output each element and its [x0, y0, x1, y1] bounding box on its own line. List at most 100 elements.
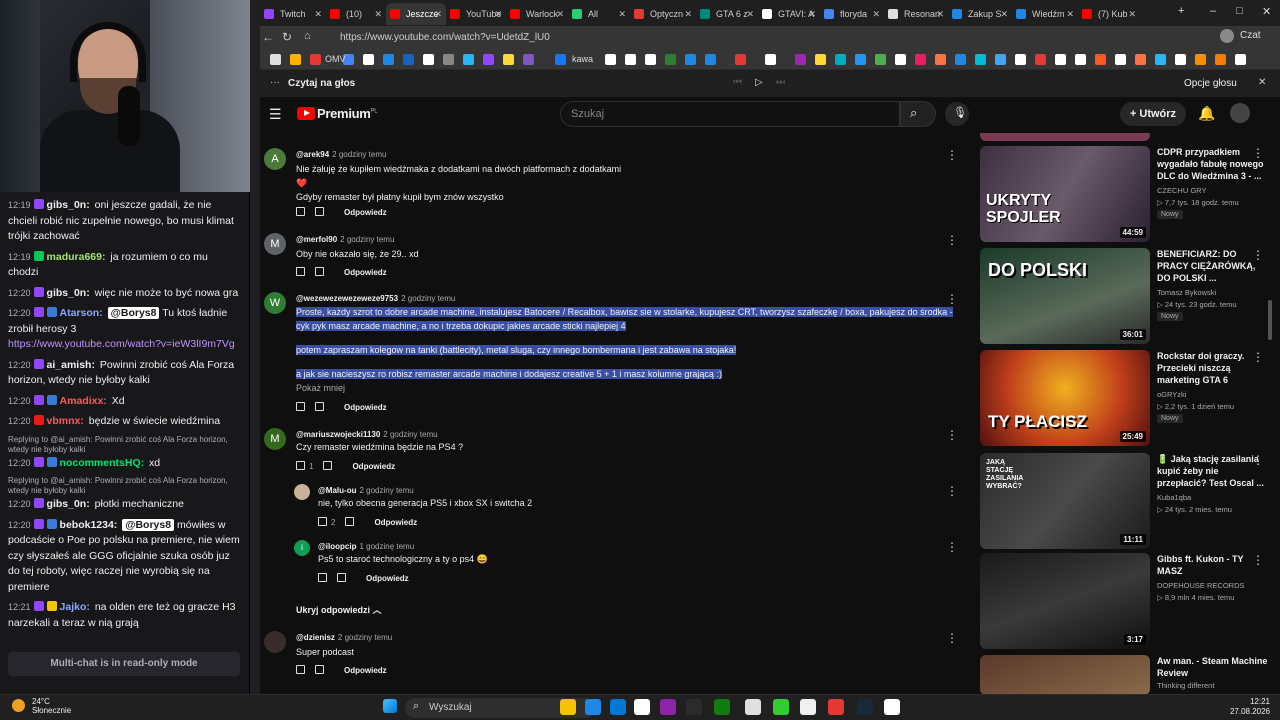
- bookmark-icon[interactable]: [1215, 54, 1226, 65]
- more-icon[interactable]: ···: [270, 77, 280, 88]
- tab[interactable]: floryda ✕: [820, 3, 884, 25]
- bookmark-icon[interactable]: [270, 54, 281, 65]
- new-tab-icon[interactable]: +: [1178, 5, 1184, 17]
- like-icon[interactable]: [296, 207, 305, 216]
- more-options-icon[interactable]: ⋮: [1252, 350, 1264, 364]
- dislike-icon[interactable]: [323, 461, 333, 470]
- bookmark-icon[interactable]: [685, 54, 696, 65]
- avatar[interactable]: M: [264, 428, 286, 450]
- comment-author[interactable]: @Malu-ou: [318, 486, 356, 495]
- comment-author[interactable]: @mariuszwojecki1130: [296, 430, 380, 439]
- chat-username[interactable]: nocommentsHQ:: [60, 457, 145, 469]
- more-options-icon[interactable]: ⋮: [946, 234, 958, 246]
- youtube-logo[interactable]: PremiumPL: [297, 106, 378, 121]
- weather-widget[interactable]: 24°C Słonecznie: [12, 697, 71, 715]
- bookmark-icon[interactable]: [443, 54, 454, 65]
- nvidia-icon[interactable]: [773, 699, 789, 715]
- video-title[interactable]: Aw man. - Steam Machine Review: [1157, 655, 1269, 679]
- voice-search-button[interactable]: 🎙: [945, 102, 969, 126]
- more-options-icon[interactable]: ⋮: [1252, 553, 1264, 567]
- close-window-icon[interactable]: ✕: [1262, 5, 1271, 18]
- avatar[interactable]: W: [264, 292, 286, 314]
- tab[interactable]: GTA 6 z ✕: [696, 3, 758, 25]
- tab[interactable]: Wiedźm ✕: [1012, 3, 1078, 25]
- avatar[interactable]: [1230, 103, 1250, 123]
- reply-button[interactable]: Odpowiedz: [344, 208, 387, 217]
- chrome-icon[interactable]: [800, 699, 816, 715]
- xbox-icon[interactable]: [714, 699, 730, 715]
- reply-button[interactable]: Odpowiedz: [344, 403, 387, 412]
- dislike-icon[interactable]: [315, 402, 324, 411]
- dislike-icon[interactable]: [315, 207, 324, 216]
- bookmark-icon[interactable]: [1155, 54, 1166, 65]
- file-explorer-icon[interactable]: [560, 699, 576, 715]
- bookmark-icon[interactable]: [1015, 54, 1026, 65]
- app-icon[interactable]: [884, 699, 900, 715]
- reply-button[interactable]: Odpowiedz: [366, 574, 409, 583]
- close-tab-icon[interactable]: ✕: [494, 3, 502, 25]
- channel-name[interactable]: oGRYzki: [1157, 390, 1186, 399]
- close-tab-icon[interactable]: ✕: [434, 3, 442, 25]
- close-tab-icon[interactable]: ✕: [314, 3, 322, 25]
- bookmark-icon[interactable]: [815, 54, 826, 65]
- comment-author[interactable]: @iloopcip: [318, 542, 356, 551]
- bookmark-icon[interactable]: [975, 54, 986, 65]
- like-icon[interactable]: [296, 402, 305, 411]
- maximize-icon[interactable]: □: [1236, 5, 1243, 17]
- bookmark-icon[interactable]: [503, 54, 514, 65]
- bookmark-icon[interactable]: [523, 54, 534, 65]
- comment-author[interactable]: @arek94: [296, 150, 329, 159]
- close-icon[interactable]: ✕: [1258, 77, 1266, 88]
- bookmark-icon[interactable]: [310, 54, 321, 65]
- tab[interactable]: (7) Kub ✕: [1078, 3, 1140, 25]
- more-options-icon[interactable]: ⋮: [1252, 146, 1264, 160]
- reload-icon[interactable]: ↻: [282, 30, 292, 44]
- copilot-label[interactable]: Czat: [1240, 30, 1261, 41]
- bookmark-icon[interactable]: [875, 54, 886, 65]
- home-icon[interactable]: ⌂: [304, 30, 311, 42]
- bookmark-icon[interactable]: [463, 54, 474, 65]
- bookmark-icon[interactable]: [665, 54, 676, 65]
- play-icon[interactable]: ▷: [755, 77, 763, 88]
- minimize-icon[interactable]: –: [1210, 5, 1216, 17]
- comment-time[interactable]: 2 godziny temu: [383, 430, 437, 439]
- more-options-icon[interactable]: ⋮: [946, 149, 958, 161]
- bookmark-icon[interactable]: [995, 54, 1006, 65]
- bookmark-icon[interactable]: [290, 54, 301, 65]
- close-tab-icon[interactable]: ✕: [746, 3, 754, 25]
- like-icon[interactable]: [296, 267, 305, 276]
- bookmark-icon[interactable]: [1035, 54, 1046, 65]
- close-tab-icon[interactable]: ✕: [936, 3, 944, 25]
- bookmark-icon[interactable]: [895, 54, 906, 65]
- bookmark-icon[interactable]: [795, 54, 806, 65]
- bookmark-omv[interactable]: OMV: [325, 54, 346, 64]
- menu-icon[interactable]: ☰: [269, 106, 282, 123]
- tab[interactable]: All ✕: [568, 3, 630, 25]
- comment-time[interactable]: 2 godziny temu: [340, 235, 394, 244]
- voice-options[interactable]: Opcje głosu: [1184, 78, 1237, 89]
- more-options-icon[interactable]: ⋮: [946, 485, 958, 497]
- reply-button[interactable]: Odpowiedz: [374, 518, 417, 527]
- bookmark-icon[interactable]: [645, 54, 656, 65]
- dislike-icon[interactable]: [337, 573, 346, 582]
- like-icon[interactable]: [318, 517, 327, 526]
- channel-name[interactable]: CZECHU GRY: [1157, 186, 1206, 195]
- channel-name[interactable]: Tomasz Bykowski: [1157, 288, 1216, 297]
- chat-username[interactable]: ai_amish:: [47, 359, 95, 371]
- tab[interactable]: Zakup S ✕: [948, 3, 1012, 25]
- close-tab-icon[interactable]: ✕: [1128, 3, 1136, 25]
- like-icon[interactable]: [296, 665, 305, 674]
- bookmark-icon[interactable]: [483, 54, 494, 65]
- tab[interactable]: GTAVI: A ✕: [758, 3, 820, 25]
- clock[interactable]: 12:21 27.08.2026: [1228, 697, 1270, 717]
- bookmark-icon[interactable]: [735, 54, 746, 65]
- avatar[interactable]: A: [264, 148, 286, 170]
- calculator-icon[interactable]: [634, 699, 650, 715]
- chat-link[interactable]: https://www.youtube.com/watch?v=ieW3lI9m…: [8, 338, 235, 350]
- comment-time[interactable]: 2 godziny temu: [332, 150, 386, 159]
- close-tab-icon[interactable]: ✕: [684, 3, 692, 25]
- bookmark-icon[interactable]: [1235, 54, 1246, 65]
- close-tab-icon[interactable]: ✕: [808, 3, 816, 25]
- close-tab-icon[interactable]: ✕: [556, 3, 564, 25]
- bookmark-icon[interactable]: [1115, 54, 1126, 65]
